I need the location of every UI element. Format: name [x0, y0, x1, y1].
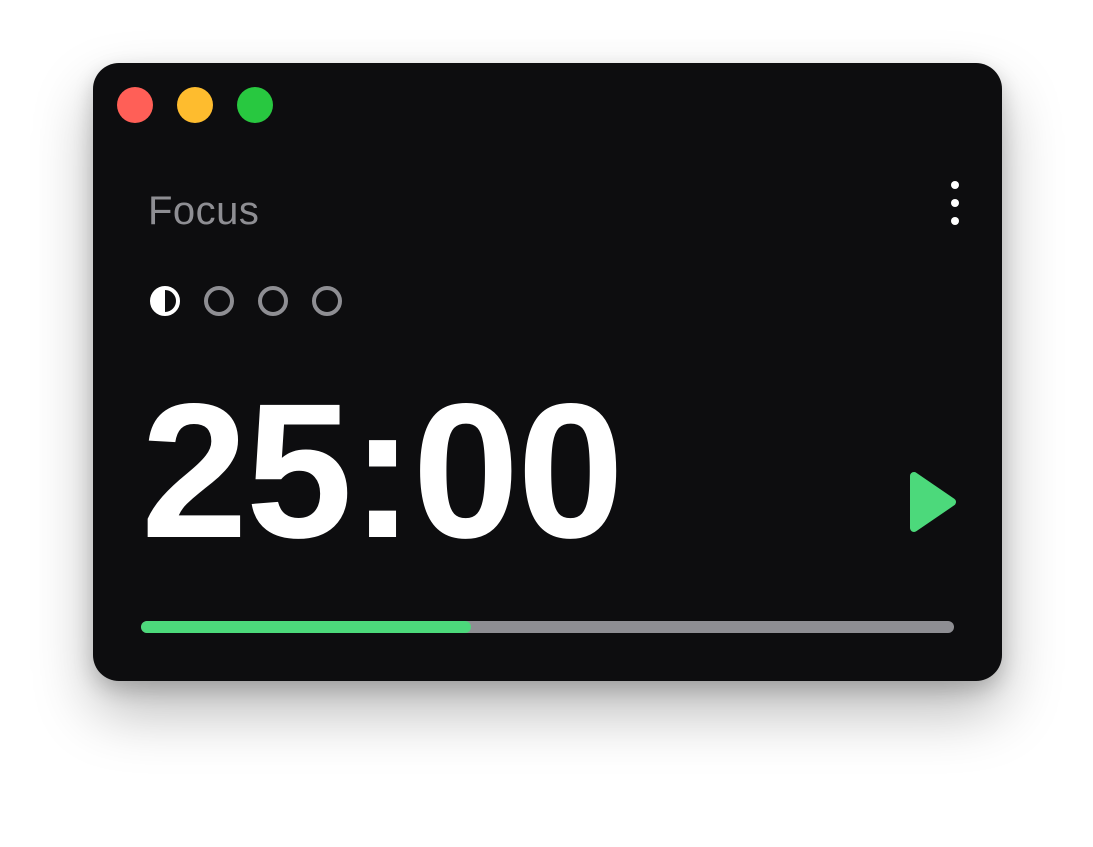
vertical-ellipsis-icon[interactable]: [948, 181, 962, 225]
progress-fill: [141, 621, 472, 633]
minimize-button[interactable]: [177, 87, 213, 123]
session-indicator-4: [312, 286, 342, 316]
session-indicator-3: [258, 286, 288, 316]
mode-label: Focus: [148, 189, 260, 233]
window-controls: [117, 87, 273, 123]
session-indicators: [150, 286, 342, 316]
play-icon[interactable]: [908, 470, 958, 534]
close-button[interactable]: [117, 87, 153, 123]
zoom-button[interactable]: [237, 87, 273, 123]
timer-display: 25:00: [141, 363, 624, 578]
progress-bar: [141, 621, 954, 633]
session-indicator-1: [150, 286, 180, 316]
timer-window: Focus 25:00: [93, 63, 1002, 681]
session-indicator-2: [204, 286, 234, 316]
